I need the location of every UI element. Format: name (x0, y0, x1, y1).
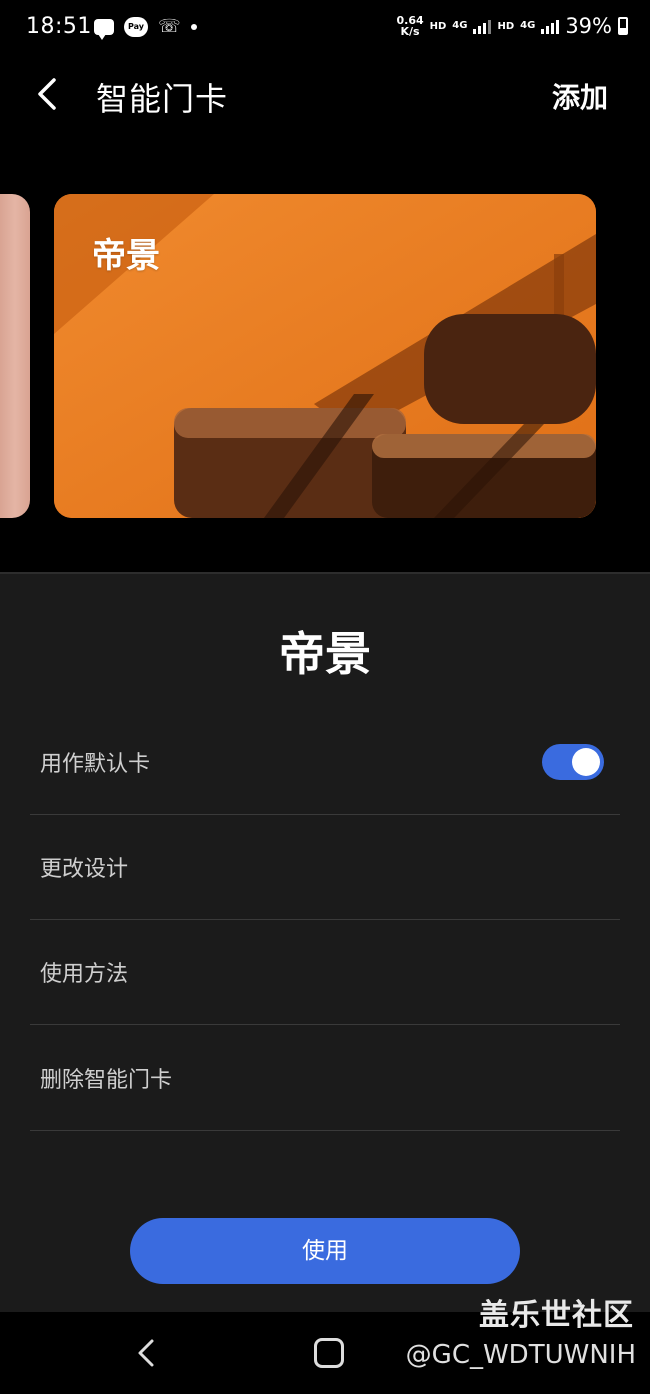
notification-icons: Pay ☏ (94, 16, 197, 40)
status-bar: 18:51 Pay ☏ 0.64 K/s HD 4G HD 4G 39% (0, 0, 650, 56)
watermark-site: 盖乐世社区 (479, 1298, 634, 1333)
system-icons: 0.64 K/s HD 4G HD 4G 39% (396, 14, 628, 38)
door-card[interactable]: 帝景 (54, 194, 596, 518)
how-to-use-label: 使用方法 (40, 962, 129, 987)
row-change-design[interactable]: 更改设计 (30, 815, 620, 920)
pay-icon: Pay (124, 16, 148, 37)
watermark-user: @GC_WDTUWNIH (405, 1340, 636, 1370)
back-arrow-icon (38, 78, 56, 110)
app-bar: 智能门卡 添加 (0, 56, 650, 136)
status-time: 18:51 (26, 14, 92, 39)
battery-percent: 39% (565, 14, 612, 38)
toggle-knob (572, 748, 600, 776)
delete-card-label: 删除智能门卡 (40, 1068, 173, 1093)
back-button[interactable] (34, 74, 64, 114)
battery-icon (618, 17, 628, 35)
more-notifications-icon (190, 23, 197, 30)
nav-home-button[interactable] (314, 1338, 344, 1368)
network-speed-unit: K/s (400, 25, 420, 38)
row-default-card[interactable]: 用作默认卡 (30, 710, 620, 815)
default-card-toggle[interactable] (542, 744, 604, 780)
card-details-sheet: 帝景 用作默认卡 更改设计 使用方法 删除智能门卡 使用 (0, 572, 650, 1314)
row-delete-card[interactable]: 删除智能门卡 (30, 1026, 620, 1131)
row-how-to-use[interactable]: 使用方法 (30, 920, 620, 1025)
network-speed: 0.64 K/s (396, 15, 423, 37)
previous-card[interactable] (0, 194, 30, 518)
signal-icon (473, 18, 492, 34)
default-card-label: 用作默认卡 (40, 752, 151, 777)
add-button[interactable]: 添加 (552, 76, 608, 116)
use-button[interactable]: 使用 (130, 1218, 520, 1284)
signal-icon-2 (541, 18, 560, 34)
hd-icon-2: HD (497, 20, 515, 32)
card-title: 帝景 (279, 627, 371, 681)
message-icon (94, 18, 114, 40)
hd-icon: HD (429, 20, 447, 32)
nav-back-button[interactable] (136, 1338, 158, 1368)
4g-icon: 4G (452, 20, 468, 31)
missed-call-icon: ☏ (158, 16, 181, 37)
page-title: 智能门卡 (96, 80, 229, 118)
nav-back-icon (138, 1339, 154, 1367)
card-name: 帝景 (92, 236, 160, 276)
4g-icon-2: 4G (520, 20, 536, 31)
change-design-label: 更改设计 (40, 857, 129, 882)
